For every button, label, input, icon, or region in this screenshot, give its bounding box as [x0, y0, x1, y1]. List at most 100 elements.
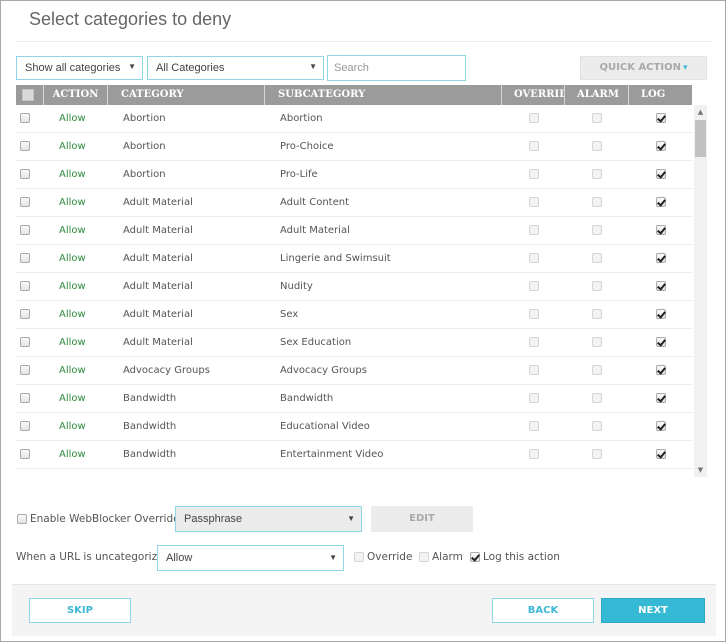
row-select-checkbox[interactable] — [20, 281, 30, 291]
action-cell[interactable]: Allow — [44, 197, 108, 208]
uncategorized-log-checkbox[interactable] — [470, 552, 480, 562]
uncategorized-alarm-checkbox[interactable] — [419, 552, 429, 562]
quick-action-button[interactable]: QUICK ACTION ▾ — [580, 56, 707, 80]
uncategorized-action-select[interactable]: Allow ▼ — [157, 545, 344, 571]
row-select-checkbox[interactable] — [20, 421, 30, 431]
action-cell[interactable]: Allow — [44, 393, 108, 404]
row-select-checkbox[interactable] — [20, 169, 30, 179]
column-header-category[interactable]: CATEGORY — [108, 85, 265, 105]
override-checkbox[interactable] — [528, 421, 539, 431]
scroll-thumb[interactable] — [695, 120, 706, 157]
alarm-checkbox[interactable] — [592, 253, 602, 263]
alarm-checkbox[interactable] — [592, 197, 602, 207]
column-header-action[interactable]: ACTION — [44, 85, 108, 105]
table-row[interactable]: Allow Bandwidth Bandwidth — [16, 385, 692, 413]
log-checkbox[interactable] — [655, 225, 666, 235]
row-select-checkbox[interactable] — [20, 365, 30, 375]
scroll-down-arrow-icon[interactable]: ▼ — [694, 463, 707, 477]
log-checkbox[interactable] — [655, 337, 666, 347]
override-checkbox[interactable] — [528, 309, 539, 319]
log-checkbox[interactable] — [655, 365, 666, 375]
override-checkbox[interactable] — [528, 337, 539, 347]
log-checkbox[interactable] — [655, 253, 666, 263]
table-row[interactable]: Allow Adult Material Sex — [16, 301, 692, 329]
table-row[interactable]: Allow Bandwidth Entertainment Video — [16, 441, 692, 469]
action-cell[interactable]: Allow — [44, 169, 108, 180]
action-cell[interactable]: Allow — [44, 337, 108, 348]
edit-override-button[interactable]: EDIT — [371, 506, 473, 532]
column-header-alarm[interactable]: ALARM — [565, 85, 629, 105]
table-row[interactable]: Allow Abortion Abortion — [16, 105, 692, 133]
alarm-checkbox[interactable] — [592, 337, 602, 347]
column-header-subcategory[interactable]: SUBCATEGORY — [265, 85, 502, 105]
column-header-log[interactable]: LOG — [629, 85, 692, 105]
alarm-checkbox[interactable] — [592, 393, 602, 403]
override-checkbox[interactable] — [528, 197, 539, 207]
skip-button[interactable]: SKIP — [29, 598, 131, 623]
override-checkbox[interactable] — [528, 449, 539, 459]
table-row[interactable]: Allow Adult Material Nudity — [16, 273, 692, 301]
uncategorized-override-checkbox[interactable] — [354, 552, 364, 562]
override-checkbox[interactable] — [528, 113, 539, 123]
action-cell[interactable]: Allow — [44, 449, 108, 460]
next-button[interactable]: NEXT — [601, 598, 705, 623]
column-header-override[interactable]: OVERRID — [502, 85, 565, 105]
table-row[interactable]: Allow Abortion Pro-Choice — [16, 133, 692, 161]
search-input[interactable] — [327, 55, 466, 81]
row-select-checkbox[interactable] — [20, 141, 30, 151]
action-cell[interactable]: Allow — [44, 421, 108, 432]
row-select-checkbox[interactable] — [20, 225, 30, 235]
scroll-up-arrow-icon[interactable]: ▲ — [694, 105, 707, 119]
row-select-checkbox[interactable] — [20, 197, 30, 207]
alarm-checkbox[interactable] — [592, 169, 602, 179]
category-filter-select[interactable]: All Categories ▼ — [147, 56, 324, 80]
log-checkbox[interactable] — [655, 421, 666, 431]
enable-override-checkbox[interactable] — [17, 514, 27, 524]
override-checkbox[interactable] — [528, 169, 539, 179]
alarm-checkbox[interactable] — [592, 309, 602, 319]
alarm-checkbox[interactable] — [592, 281, 602, 291]
action-cell[interactable]: Allow — [44, 309, 108, 320]
log-checkbox[interactable] — [655, 309, 666, 319]
override-checkbox[interactable] — [528, 253, 539, 263]
table-row[interactable]: Allow Adult Material Adult Material — [16, 217, 692, 245]
override-checkbox[interactable] — [528, 281, 539, 291]
action-cell[interactable]: Allow — [44, 141, 108, 152]
action-cell[interactable]: Allow — [44, 113, 108, 124]
alarm-checkbox[interactable] — [592, 421, 602, 431]
log-checkbox[interactable] — [655, 449, 666, 459]
row-select-checkbox[interactable] — [20, 113, 30, 123]
alarm-checkbox[interactable] — [592, 113, 602, 123]
log-checkbox[interactable] — [655, 169, 666, 179]
log-checkbox[interactable] — [655, 281, 666, 291]
override-checkbox[interactable] — [528, 141, 539, 151]
log-checkbox[interactable] — [655, 197, 666, 207]
alarm-checkbox[interactable] — [592, 449, 602, 459]
row-select-checkbox[interactable] — [20, 393, 30, 403]
log-checkbox[interactable] — [655, 141, 666, 151]
alarm-checkbox[interactable] — [592, 225, 602, 235]
table-row[interactable]: Allow Bandwidth Educational Video — [16, 413, 692, 441]
row-select-checkbox[interactable] — [20, 449, 30, 459]
row-select-checkbox[interactable] — [20, 337, 30, 347]
table-row[interactable]: Allow Adult Material Adult Content — [16, 189, 692, 217]
override-method-select[interactable]: Passphrase ▼ — [175, 506, 362, 532]
alarm-checkbox[interactable] — [592, 365, 602, 375]
table-row[interactable]: Allow Adult Material Sex Education — [16, 329, 692, 357]
log-checkbox[interactable] — [655, 113, 666, 123]
show-categories-select[interactable]: Show all categories ▼ — [16, 56, 143, 80]
select-all-checkbox[interactable] — [22, 88, 34, 101]
table-scrollbar[interactable]: ▲ ▼ — [694, 105, 707, 477]
override-checkbox[interactable] — [528, 225, 539, 235]
back-button[interactable]: BACK — [492, 598, 594, 623]
override-checkbox[interactable] — [528, 365, 539, 375]
action-cell[interactable]: Allow — [44, 253, 108, 264]
row-select-checkbox[interactable] — [20, 309, 30, 319]
table-row[interactable]: Allow Abortion Pro-Life — [16, 161, 692, 189]
row-select-checkbox[interactable] — [20, 253, 30, 263]
action-cell[interactable]: Allow — [44, 365, 108, 376]
override-checkbox[interactable] — [528, 393, 539, 403]
log-checkbox[interactable] — [655, 393, 666, 403]
table-row[interactable]: Allow Adult Material Lingerie and Swimsuit — [16, 245, 692, 273]
table-row[interactable]: Allow Advocacy Groups Advocacy Groups — [16, 357, 692, 385]
